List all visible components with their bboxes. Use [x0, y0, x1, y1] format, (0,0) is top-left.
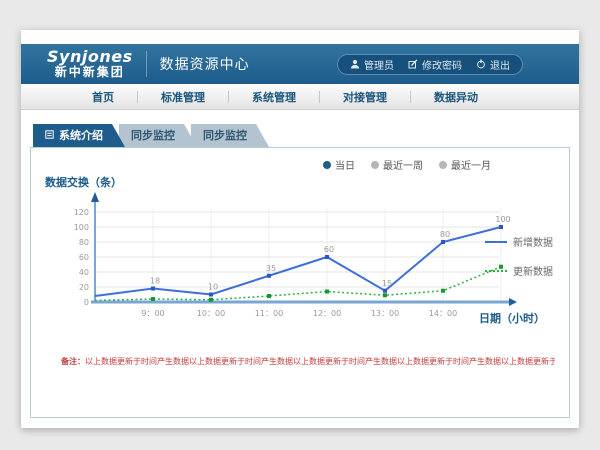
legend-item-new-data[interactable]: 新增数据: [485, 234, 557, 249]
app-header: Synjones 新中新集团 数据资源中心 管理员 修改密码: [21, 44, 579, 84]
line-chart: 0 20 40 60 80 100 120 9：00 10：00 11：00 12：00 13：00 1…: [43, 188, 523, 328]
svg-text:12：00: 12：00: [313, 309, 341, 318]
legend-label: 更新数据: [513, 263, 553, 278]
user-icon: [350, 59, 360, 69]
tab-label: 同步监控: [131, 124, 175, 147]
page-title: 数据资源中心: [160, 54, 250, 74]
chart-legend: 新增数据 更新数据: [485, 234, 557, 292]
footnote: 备注：以上数据更新于时间产生数据以上数据更新于时间产生数据以上数据更新于时间产生…: [61, 356, 555, 367]
legend-line-sample: [485, 270, 507, 272]
header-divider: [146, 51, 147, 77]
x-axis-title: 日期（小时）: [479, 310, 545, 326]
svg-text:100: 100: [495, 215, 510, 224]
document-icon: [45, 124, 54, 147]
svg-text:35: 35: [266, 264, 276, 273]
svg-text:0: 0: [84, 298, 89, 307]
logo-text-cn: 新中新集团: [47, 66, 133, 79]
nav-item-home[interactable]: 首页: [69, 89, 137, 105]
tab-sync-monitor-2[interactable]: 同步监控: [191, 124, 269, 147]
radio-label: 最近一月: [451, 157, 491, 172]
nav-item-data-changes[interactable]: 数据异动: [411, 89, 501, 105]
svg-text:60: 60: [324, 245, 334, 254]
edit-icon: [408, 59, 418, 69]
radio-last-month[interactable]: 最近一月: [439, 157, 491, 172]
svg-text:13：00: 13：00: [371, 309, 399, 318]
tab-label: 系统介绍: [59, 124, 103, 147]
user-button[interactable]: 管理员: [350, 57, 394, 72]
svg-text:18: 18: [150, 277, 160, 286]
svg-text:100: 100: [74, 223, 89, 232]
tab-sync-monitor-1[interactable]: 同步监控: [119, 124, 197, 147]
svg-text:10：00: 10：00: [197, 309, 225, 318]
svg-text:14：00: 14：00: [429, 309, 457, 318]
change-password-button[interactable]: 修改密码: [408, 57, 462, 72]
legend-item-updated-data[interactable]: 更新数据: [485, 263, 557, 278]
logout-label: 退出: [490, 57, 510, 72]
content-panel: 当日 最近一周 最近一月 数据交换（条） 0204060801001209：00…: [30, 147, 570, 418]
radio-dot-icon: [439, 161, 447, 169]
svg-text:80: 80: [79, 238, 89, 247]
spacer-strip: [21, 110, 579, 123]
radio-label: 最近一周: [383, 157, 423, 172]
svg-text:20: 20: [79, 283, 89, 292]
svg-text:11：00: 11：00: [255, 309, 283, 318]
nav-item-system-mgmt[interactable]: 系统管理: [229, 89, 319, 105]
radio-dot-icon: [371, 161, 379, 169]
radio-last-week[interactable]: 最近一周: [371, 157, 423, 172]
app-window: Synjones 新中新集团 数据资源中心 管理员 修改密码: [21, 30, 579, 428]
nav-item-standard-mgmt[interactable]: 标准管理: [138, 89, 228, 105]
legend-label: 新增数据: [513, 234, 553, 249]
logo-text-en: Synjones: [47, 49, 133, 66]
tab-bar: 系统介绍 同步监控 同步监控: [21, 123, 579, 147]
logo: Synjones 新中新集团: [47, 49, 133, 78]
time-range-filter: 当日 最近一周 最近一月: [323, 157, 491, 172]
change-password-label: 修改密码: [422, 57, 462, 72]
top-strip: [21, 30, 579, 44]
svg-text:60: 60: [79, 253, 89, 262]
svg-text:80: 80: [440, 230, 450, 239]
svg-text:40: 40: [79, 268, 89, 277]
radio-dot-icon: [323, 161, 331, 169]
main-nav: 首页 标准管理 系统管理 对接管理 数据异动: [21, 84, 579, 110]
tab-system-intro[interactable]: 系统介绍: [33, 124, 125, 147]
footnote-label: 备注：: [61, 357, 85, 366]
radio-today[interactable]: 当日: [323, 157, 355, 172]
svg-text:9：00: 9：00: [141, 309, 164, 318]
svg-text:15: 15: [382, 279, 392, 288]
logout-button[interactable]: 退出: [476, 57, 510, 72]
legend-line-sample: [485, 241, 507, 243]
radio-label: 当日: [335, 157, 355, 172]
user-button-label: 管理员: [364, 57, 394, 72]
svg-text:10: 10: [208, 283, 218, 292]
power-icon: [476, 59, 486, 69]
tab-label: 同步监控: [203, 124, 247, 147]
nav-item-integration-mgmt[interactable]: 对接管理: [320, 89, 410, 105]
svg-text:120: 120: [74, 208, 89, 217]
user-toolbar: 管理员 修改密码 退出: [337, 54, 523, 75]
footnote-text: 以上数据更新于时间产生数据以上数据更新于时间产生数据以上数据更新于时间产生数据以…: [85, 357, 555, 366]
